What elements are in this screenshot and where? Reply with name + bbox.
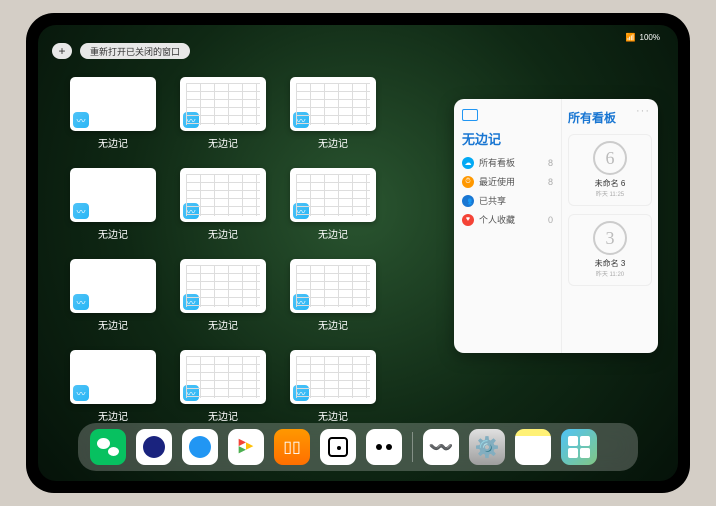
window-thumbnail[interactable]: 〰无边记 bbox=[70, 259, 156, 332]
board-sketch: 6 bbox=[593, 141, 627, 175]
thumbnail-preview: 〰 bbox=[180, 350, 266, 404]
ipad-device: 📶 100% + 重新打开已关闭的窗口 〰无边记〰无边记〰无边记〰无边记〰无边记… bbox=[26, 13, 690, 493]
screen: 📶 100% + 重新打开已关闭的窗口 〰无边记〰无边记〰无边记〰无边记〰无边记… bbox=[38, 25, 678, 481]
thumbnail-preview: 〰 bbox=[290, 168, 376, 222]
sidebar-item-label: 已共享 bbox=[479, 194, 506, 207]
thumbnail-label: 无边记 bbox=[318, 226, 348, 241]
window-thumbnail[interactable]: 〰无边记 bbox=[180, 350, 266, 423]
thumbnail-preview: 〰 bbox=[70, 168, 156, 222]
reopen-closed-window-button[interactable]: 重新打开已关闭的窗口 bbox=[80, 43, 190, 59]
sidebar-item-label: 个人收藏 bbox=[479, 213, 515, 226]
folder-icon[interactable] bbox=[561, 429, 597, 465]
thumbnail-label: 无边记 bbox=[98, 135, 128, 150]
sidebar-item[interactable]: ♥ 个人收藏 0 bbox=[462, 213, 553, 226]
thumbnail-label: 无边记 bbox=[208, 135, 238, 150]
window-thumbnail[interactable]: 〰无边记 bbox=[290, 350, 376, 423]
sidebar-item-icon: ☁ bbox=[462, 157, 474, 169]
freeform-app-icon: 〰 bbox=[73, 294, 89, 310]
thumbnail-label: 无边记 bbox=[98, 408, 128, 423]
signal-icon: 📶 bbox=[626, 33, 636, 42]
new-window-button[interactable]: + bbox=[52, 43, 72, 59]
freeform-app-icon: 〰 bbox=[73, 203, 89, 219]
sidebar-item-label: 所有看板 bbox=[479, 156, 515, 169]
sidebar-item-count: 8 bbox=[548, 177, 553, 187]
thumbnail-label: 无边记 bbox=[208, 317, 238, 332]
board-sketch: 3 bbox=[593, 221, 627, 255]
thumbnail-preview: 〰 bbox=[180, 168, 266, 222]
top-bar: + 重新打开已关闭的窗口 bbox=[52, 43, 190, 59]
dock: ▯▯ 〰️ ⚙️ bbox=[78, 423, 638, 471]
window-thumbnail[interactable]: 〰无边记 bbox=[180, 259, 266, 332]
app3-icon[interactable] bbox=[182, 429, 218, 465]
thumbnail-label: 无边记 bbox=[208, 408, 238, 423]
sidebar-item-icon: 👥 bbox=[462, 195, 474, 207]
thumbnail-label: 无边记 bbox=[318, 135, 348, 150]
sidebar-item-icon: ♥ bbox=[462, 214, 474, 226]
freeform-app-icon: 〰 bbox=[293, 203, 309, 219]
thumbnail-label: 无边记 bbox=[98, 226, 128, 241]
board-name: 未命名 3 bbox=[595, 258, 626, 269]
thumbnail-label: 无边记 bbox=[98, 317, 128, 332]
window-thumbnail[interactable]: 〰无边记 bbox=[290, 77, 376, 150]
freeform-app-icon: 〰 bbox=[183, 385, 199, 401]
board-timestamp: 昨天 11:25 bbox=[596, 189, 624, 198]
sidebar-item-count: 0 bbox=[548, 215, 553, 225]
thumbnail-preview: 〰 bbox=[70, 259, 156, 313]
thumbnail-preview: 〰 bbox=[290, 350, 376, 404]
thumbnail-label: 无边记 bbox=[208, 226, 238, 241]
freeform-app-icon: 〰 bbox=[293, 385, 309, 401]
wechat-icon[interactable] bbox=[90, 429, 126, 465]
board-name: 未命名 6 bbox=[595, 178, 626, 189]
thumbnail-preview: 〰 bbox=[70, 350, 156, 404]
battery-label: 100% bbox=[640, 33, 660, 42]
freeform-panel: 无边记 ☁ 所有看板 8 ⏱ 最近使用 8 👥 已共享 ♥ 个人收藏 0 ··· 所有看板 6 未命名… bbox=[454, 99, 658, 353]
play-icon[interactable] bbox=[228, 429, 264, 465]
thumbnail-preview: 〰 bbox=[180, 259, 266, 313]
window-thumbnail[interactable]: 〰无边记 bbox=[290, 168, 376, 241]
sidebar-item[interactable]: 👥 已共享 bbox=[462, 194, 553, 207]
freeform-app-icon: 〰 bbox=[73, 385, 89, 401]
books-icon[interactable]: ▯▯ bbox=[274, 429, 310, 465]
dice-icon[interactable] bbox=[320, 429, 356, 465]
sidebar-item[interactable]: ☁ 所有看板 8 bbox=[462, 156, 553, 169]
window-thumbnail[interactable]: 〰无边记 bbox=[180, 168, 266, 241]
window-thumbnail[interactable]: 〰无边记 bbox=[180, 77, 266, 150]
thumbnail-label: 无边记 bbox=[318, 317, 348, 332]
freeform-app-icon: 〰 bbox=[293, 294, 309, 310]
panel-content: ··· 所有看板 6未命名 6昨天 11:253未命名 3昨天 11:20 bbox=[562, 99, 658, 353]
window-grid: 〰无边记〰无边记〰无边记〰无边记〰无边记〰无边记〰无边记〰无边记〰无边记〰无边记… bbox=[70, 77, 430, 423]
panel-sidebar: 无边记 ☁ 所有看板 8 ⏱ 最近使用 8 👥 已共享 ♥ 个人收藏 0 bbox=[454, 99, 562, 353]
sidebar-item-icon: ⏱ bbox=[462, 176, 474, 188]
thumbnail-preview: 〰 bbox=[180, 77, 266, 131]
sidebar-item-count: 8 bbox=[548, 158, 553, 168]
thumbnail-label: 无边记 bbox=[318, 408, 348, 423]
board-card[interactable]: 6 未命名 6昨天 11:25 bbox=[568, 134, 652, 206]
freeform-icon[interactable]: 〰️ bbox=[423, 429, 459, 465]
board-timestamp: 昨天 11:20 bbox=[596, 269, 624, 278]
settings-icon[interactable]: ⚙️ bbox=[469, 429, 505, 465]
dots-icon[interactable] bbox=[366, 429, 402, 465]
notes-icon[interactable] bbox=[515, 429, 551, 465]
freeform-app-icon: 〰 bbox=[183, 112, 199, 128]
thumbnail-preview: 〰 bbox=[290, 259, 376, 313]
thumbnail-preview: 〰 bbox=[290, 77, 376, 131]
freeform-app-icon: 〰 bbox=[183, 203, 199, 219]
dock-separator bbox=[412, 432, 413, 462]
window-thumbnail[interactable]: 〰无边记 bbox=[70, 350, 156, 423]
more-button[interactable]: ··· bbox=[636, 105, 650, 117]
panel-title: 无边记 bbox=[462, 129, 553, 148]
app2-icon[interactable] bbox=[136, 429, 172, 465]
sidebar-toggle-icon[interactable] bbox=[462, 109, 478, 121]
window-thumbnail[interactable]: 〰无边记 bbox=[70, 168, 156, 241]
board-card[interactable]: 3 未命名 3昨天 11:20 bbox=[568, 214, 652, 286]
sidebar-item[interactable]: ⏱ 最近使用 8 bbox=[462, 175, 553, 188]
freeform-app-icon: 〰 bbox=[293, 112, 309, 128]
window-thumbnail[interactable]: 〰无边记 bbox=[290, 259, 376, 332]
sidebar-item-label: 最近使用 bbox=[479, 175, 515, 188]
freeform-app-icon: 〰 bbox=[73, 112, 89, 128]
window-thumbnail[interactable]: 〰无边记 bbox=[70, 77, 156, 150]
freeform-app-icon: 〰 bbox=[183, 294, 199, 310]
thumbnail-preview: 〰 bbox=[70, 77, 156, 131]
